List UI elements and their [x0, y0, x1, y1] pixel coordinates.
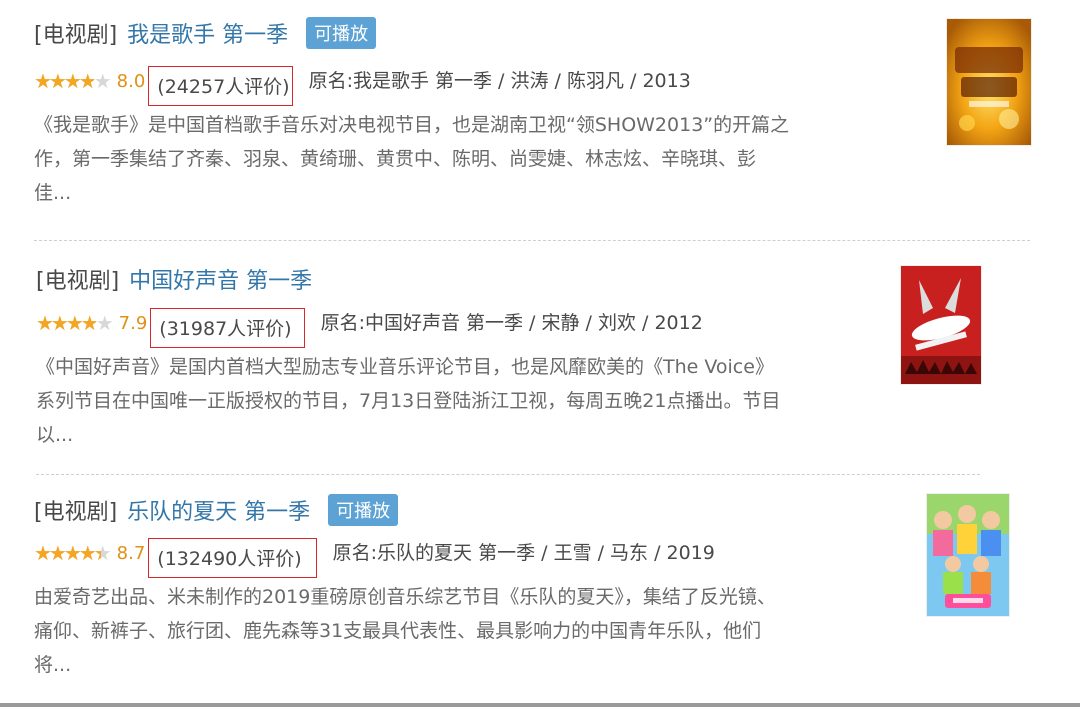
- description: 《中国好声音》是国内首档大型励志专业音乐评论节目，也是风靡欧美的《The Voi…: [36, 356, 781, 446]
- rating-stars: ★★★★★★★★★★: [36, 311, 114, 335]
- rating-score: 8.7: [116, 543, 146, 564]
- item-divider: [36, 474, 980, 475]
- rating-score: 7.9: [118, 313, 148, 334]
- original-info: 原名:我是歌手 第一季 / 洪涛 / 陈羽凡 / 2013: [308, 70, 691, 92]
- bottom-border: [0, 703, 1080, 707]
- rating-count: (24257人评价): [148, 66, 293, 106]
- rating-score: 8.0: [116, 71, 146, 92]
- result-title-link[interactable]: 中国好声音 第一季: [129, 269, 312, 294]
- rating-stars: ★★★★★★★★★★: [34, 69, 112, 93]
- category-label: [电视剧]: [34, 23, 118, 48]
- item-divider: [34, 240, 1030, 241]
- poster-thumbnail[interactable]: [946, 18, 1032, 146]
- result-title-link[interactable]: 我是歌手 第一季: [127, 23, 288, 48]
- playable-badge[interactable]: 可播放: [306, 17, 377, 49]
- result-title-link[interactable]: 乐队的夏天 第一季: [127, 500, 310, 525]
- poster-thumbnail[interactable]: [900, 265, 982, 385]
- description: 由爱奇艺出品、米未制作的2019重磅原创音乐综艺节目《乐队的夏天》，集结了反光镜…: [34, 586, 776, 676]
- original-info: 原名:乐队的夏天 第一季 / 王雪 / 马东 / 2019: [332, 542, 715, 564]
- description: 《我是歌手》是中国首档歌手音乐对决电视节目，也是湖南卫视“领SHOW2013”的…: [34, 114, 790, 204]
- poster-thumbnail[interactable]: [926, 493, 1010, 617]
- rating-count: (31987人评价): [150, 308, 305, 348]
- category-label: [电视剧]: [34, 500, 118, 525]
- category-label: [电视剧]: [36, 269, 120, 294]
- rating-count: (132490人评价): [148, 538, 317, 578]
- original-info: 原名:中国好声音 第一季 / 宋静 / 刘欢 / 2012: [320, 312, 703, 334]
- rating-stars: ★★★★★★★★★★: [34, 541, 112, 565]
- playable-badge[interactable]: 可播放: [328, 494, 399, 526]
